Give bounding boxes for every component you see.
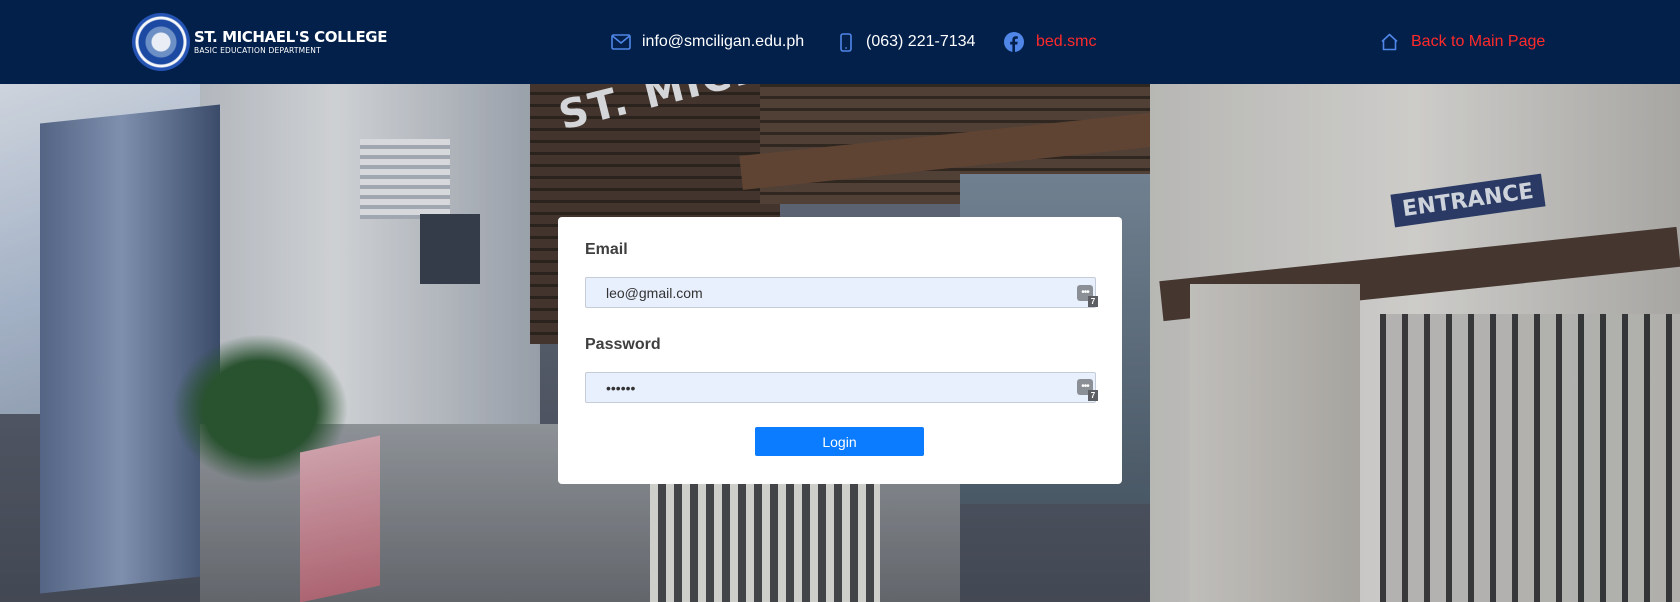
envelope-icon [611, 34, 631, 50]
college-seal-icon [132, 13, 190, 71]
brand-subtitle: BASIC EDUCATION DEPARTMENT [194, 46, 321, 55]
contact-phone-label: (063) 221-7134 [866, 33, 976, 50]
login-button[interactable]: Login [755, 427, 924, 456]
home-icon [1380, 33, 1399, 51]
contact-email[interactable]: info@smciligan.edu.ph [611, 0, 804, 84]
back-to-main-link[interactable]: Back to Main Page [1380, 0, 1545, 84]
brand-name: ST. MICHAEL'S COLLEGE [194, 28, 388, 46]
login-card: Email ••• 7 Password ••• 7 Login [558, 217, 1122, 484]
password-manager-icon[interactable]: ••• 7 [1077, 379, 1099, 401]
brand-logo[interactable]: ST. MICHAEL'S COLLEGE BASIC EDUCATION DE… [132, 13, 387, 71]
facebook-icon [1004, 32, 1024, 52]
password-label: Password [585, 336, 661, 353]
email-label: Email [585, 241, 628, 258]
top-header: ST. MICHAEL'S COLLEGE BASIC EDUCATION DE… [0, 0, 1680, 84]
mobile-phone-icon [840, 32, 852, 52]
facebook-link[interactable]: bed.smc [1004, 0, 1096, 84]
password-manager-icon[interactable]: ••• 7 [1077, 285, 1099, 307]
facebook-link-label: bed.smc [1036, 33, 1097, 50]
email-field[interactable] [585, 277, 1096, 308]
password-field[interactable] [585, 372, 1096, 403]
contact-email-label: info@smciligan.edu.ph [642, 33, 805, 50]
back-to-main-label: Back to Main Page [1411, 33, 1546, 50]
contact-phone[interactable]: (063) 221-7134 [840, 0, 975, 84]
